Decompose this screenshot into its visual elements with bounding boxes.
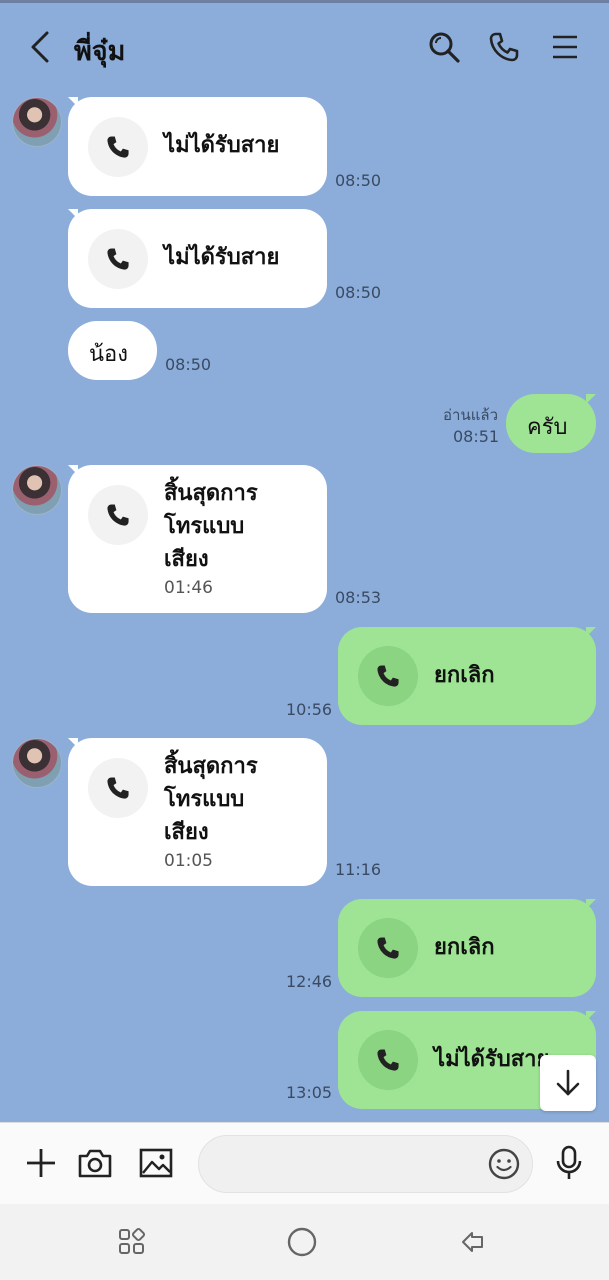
avatar[interactable] <box>12 465 62 515</box>
message-time: 08:50 <box>335 171 382 190</box>
voice-call-button[interactable] <box>484 27 524 67</box>
search-button[interactable] <box>424 27 464 67</box>
message-input-bar <box>0 1122 609 1204</box>
call-status-line: สิ้นสุดการ <box>164 754 258 779</box>
phone-icon <box>377 1049 399 1071</box>
microphone-button[interactable] <box>549 1143 589 1183</box>
camera-icon <box>78 1149 112 1178</box>
phone-icon <box>107 777 129 799</box>
phone-icon <box>377 937 399 959</box>
search-icon <box>429 32 460 63</box>
call-icon-circle <box>88 229 148 289</box>
emoji-icon <box>488 1148 520 1180</box>
message-input[interactable] <box>198 1135 533 1193</box>
message-text: น้อง <box>89 342 128 367</box>
call-icon-circle <box>358 918 418 978</box>
call-status-text: ไม่ได้รับสาย <box>434 1047 550 1072</box>
avatar[interactable] <box>12 738 62 788</box>
phone-icon <box>107 136 129 158</box>
back-icon <box>462 1232 483 1252</box>
call-status-text: ไม่ได้รับสาย <box>164 245 280 270</box>
call-status-line: สิ้นสุดการ <box>164 481 258 506</box>
message-text: ครับ <box>527 415 568 440</box>
text-message[interactable]: น้อง <box>68 321 157 380</box>
message-time: 08:50 <box>165 355 212 374</box>
call-status-line: โทรแบบ <box>164 787 245 812</box>
avatar[interactable] <box>12 97 62 147</box>
call-ended-message[interactable]: สิ้นสุดการ โทรแบบ เสียง 01:05 <box>68 738 327 886</box>
message-time: 13:05 <box>286 1083 333 1102</box>
recent-apps-icon <box>119 1227 146 1254</box>
phone-icon <box>107 504 129 526</box>
menu-icon <box>553 35 577 59</box>
call-status-line: โทรแบบ <box>164 514 245 539</box>
phone-icon <box>377 665 399 687</box>
system-back-button[interactable] <box>453 1222 493 1262</box>
chat-header: พี่จุ๋ม <box>0 3 609 87</box>
call-duration: 01:46 <box>164 578 213 598</box>
camera-button[interactable] <box>75 1143 115 1183</box>
message-time: 11:16 <box>335 860 382 879</box>
recent-apps-button[interactable] <box>112 1222 152 1262</box>
microphone-icon <box>556 1145 582 1179</box>
missed-call-message[interactable]: ไม่ได้รับสาย <box>68 209 327 308</box>
call-icon-circle <box>88 117 148 177</box>
scroll-to-bottom-button[interactable] <box>540 1055 596 1111</box>
phone-icon <box>489 32 519 62</box>
gallery-button[interactable] <box>136 1143 176 1183</box>
call-icon-circle <box>88 485 148 545</box>
missed-call-message[interactable]: ไม่ได้รับสาย <box>68 97 327 196</box>
call-icon-circle <box>358 1030 418 1090</box>
emoji-button[interactable] <box>484 1144 524 1184</box>
home-button[interactable] <box>282 1222 322 1262</box>
home-icon <box>287 1227 317 1257</box>
arrow-down-icon <box>556 1069 580 1096</box>
menu-button[interactable] <box>545 27 585 67</box>
phone-icon <box>107 248 129 270</box>
cancelled-call-message[interactable]: ยกเลิก <box>338 627 596 725</box>
call-icon-circle <box>88 758 148 818</box>
message-time: 08:50 <box>335 283 382 302</box>
call-duration: 01:05 <box>164 851 213 871</box>
text-message[interactable]: ครับ <box>506 394 596 453</box>
back-arrow-icon <box>31 31 49 63</box>
read-receipt: อ่านแล้ว <box>443 406 498 424</box>
call-ended-message[interactable]: สิ้นสุดการ โทรแบบ เสียง 01:46 <box>68 465 327 613</box>
call-icon-circle <box>358 646 418 706</box>
image-icon <box>139 1148 173 1178</box>
call-status-text: ไม่ได้รับสาย <box>164 133 280 158</box>
message-time: 08:53 <box>335 588 382 607</box>
call-status-line: เสียง <box>164 820 209 845</box>
system-navigation-bar <box>0 1204 609 1280</box>
cancelled-call-message[interactable]: ยกเลิก <box>338 899 596 997</box>
back-button[interactable] <box>20 27 60 67</box>
plus-icon <box>27 1149 55 1177</box>
chat-title: พี่จุ๋ม <box>74 36 126 67</box>
add-button[interactable] <box>21 1143 61 1183</box>
call-status-text: ยกเลิก <box>434 935 495 960</box>
message-time: 12:46 <box>286 972 333 991</box>
call-status-line: เสียง <box>164 547 209 572</box>
call-status-text: ยกเลิก <box>434 663 495 688</box>
message-time: 10:56 <box>286 700 333 719</box>
message-time: 08:51 <box>453 427 500 446</box>
